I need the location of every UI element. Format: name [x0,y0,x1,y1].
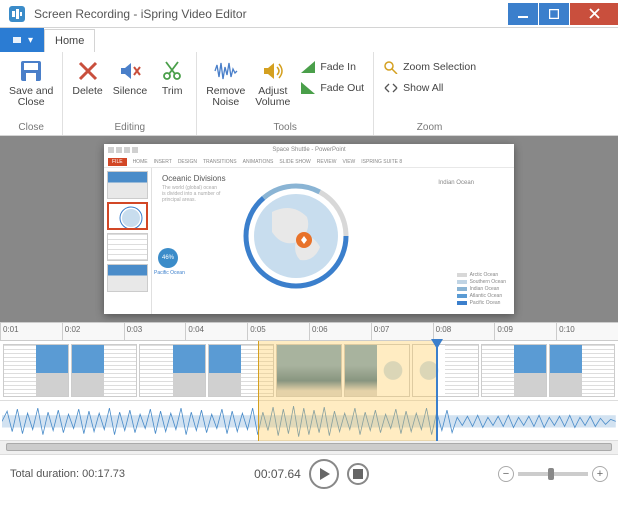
timeline-frame [412,344,478,397]
remove-noise-button[interactable]: Remove Noise [203,55,248,121]
preview-pane: Space Shuttle - PowerPoint FILE HOMEINSE… [0,136,618,322]
stop-icon [353,469,363,479]
trim-button[interactable]: Trim [154,55,190,121]
globe-chart [242,182,350,290]
fade-in-icon [300,59,316,75]
zoom-in-button[interactable]: + [592,466,608,482]
fade-out-button[interactable]: Fade Out [297,78,367,98]
zoom-selection-button[interactable]: Zoom Selection [380,57,479,77]
home-tab[interactable]: Home [44,29,95,52]
trim-icon [158,57,186,85]
current-time: 00:07.64 [254,467,301,481]
zoom-out-button[interactable]: − [498,466,514,482]
file-tab[interactable]: ▾ [0,28,44,52]
timeline-scrollbar[interactable] [0,441,618,455]
delete-icon [74,57,102,85]
playhead[interactable] [436,341,438,441]
zoom-control: − + [498,466,608,482]
window-title: Screen Recording - iSpring Video Editor [34,7,508,21]
ribbon-group-zoom: Zoom Selection Show All Zoom [374,52,485,135]
adjust-volume-button[interactable]: Adjust Volume [252,55,293,121]
total-duration-label: Total duration: 00:17.73 [10,468,125,480]
audio-track[interactable] [0,401,618,441]
silence-button[interactable]: Silence [110,55,150,121]
ribbon-group-tools: Remove Noise Adjust Volume Fade In Fade … [197,52,374,135]
ppt-thumb [107,233,148,261]
maximize-button[interactable] [539,3,569,25]
timeline-frame [208,344,274,397]
ppt-thumb [107,264,148,292]
titlebar: Screen Recording - iSpring Video Editor [0,0,618,28]
ribbon-group-editing: Delete Silence Trim Editing [63,52,197,135]
save-and-close-button[interactable]: Save and Close [6,55,56,121]
footer: Total duration: 00:17.73 00:07.64 − + [0,455,618,493]
zoom-slider[interactable] [518,472,588,476]
volume-icon [259,57,287,85]
tab-row: ▾ Home [0,28,618,52]
waveform [2,405,616,438]
ppt-thumb [107,171,148,199]
noise-icon [212,57,240,85]
ribbon-group-close: Save and Close Close [0,52,63,135]
timeline-frame [71,344,137,397]
save-icon [17,57,45,85]
fade-in-button[interactable]: Fade In [297,57,367,77]
play-button[interactable] [309,459,339,489]
play-icon [317,467,331,481]
fade-out-icon [300,80,316,96]
scrollbar-thumb[interactable] [6,443,612,451]
ppt-slide-canvas: Oceanic Divisions The world (global) oce… [152,168,514,314]
minimize-button[interactable] [508,3,538,25]
delete-button[interactable]: Delete [69,55,105,121]
ppt-slide-thumbnails [104,168,152,314]
zoom-slider-knob[interactable] [548,468,554,480]
timeline-frame [549,344,615,397]
ppt-titlebar: Space Shuttle - PowerPoint [104,144,514,156]
zoom-selection-icon [383,59,399,75]
video-track[interactable] [0,341,618,401]
stop-button[interactable] [347,463,369,485]
timeline-ruler[interactable]: 0:010:02 0:030:04 0:050:06 0:070:08 0:09… [0,323,618,341]
timeline-frame [3,344,69,397]
embedded-powerpoint-window: Space Shuttle - PowerPoint FILE HOMEINSE… [104,144,514,314]
show-all-button[interactable]: Show All [380,78,479,98]
timeline: 0:010:02 0:030:04 0:050:06 0:070:08 0:09… [0,322,618,455]
silence-icon [116,57,144,85]
timeline-frame [344,344,410,397]
ribbon: Save and Close Close Delete Silence Trim… [0,52,618,136]
chart-legend: Arctic Ocean Southern Ocean Indian Ocean… [457,272,506,306]
timeline-frame [481,344,547,397]
close-button[interactable] [570,3,618,25]
timeline-frame [276,344,342,397]
ppt-ribbon-tabs: FILE HOMEINSERT DESIGNTRANSITIONS ANIMAT… [104,156,514,168]
app-icon [6,3,28,25]
ppt-thumb-selected [107,202,148,230]
show-all-icon [383,80,399,96]
timeline-frame [139,344,205,397]
